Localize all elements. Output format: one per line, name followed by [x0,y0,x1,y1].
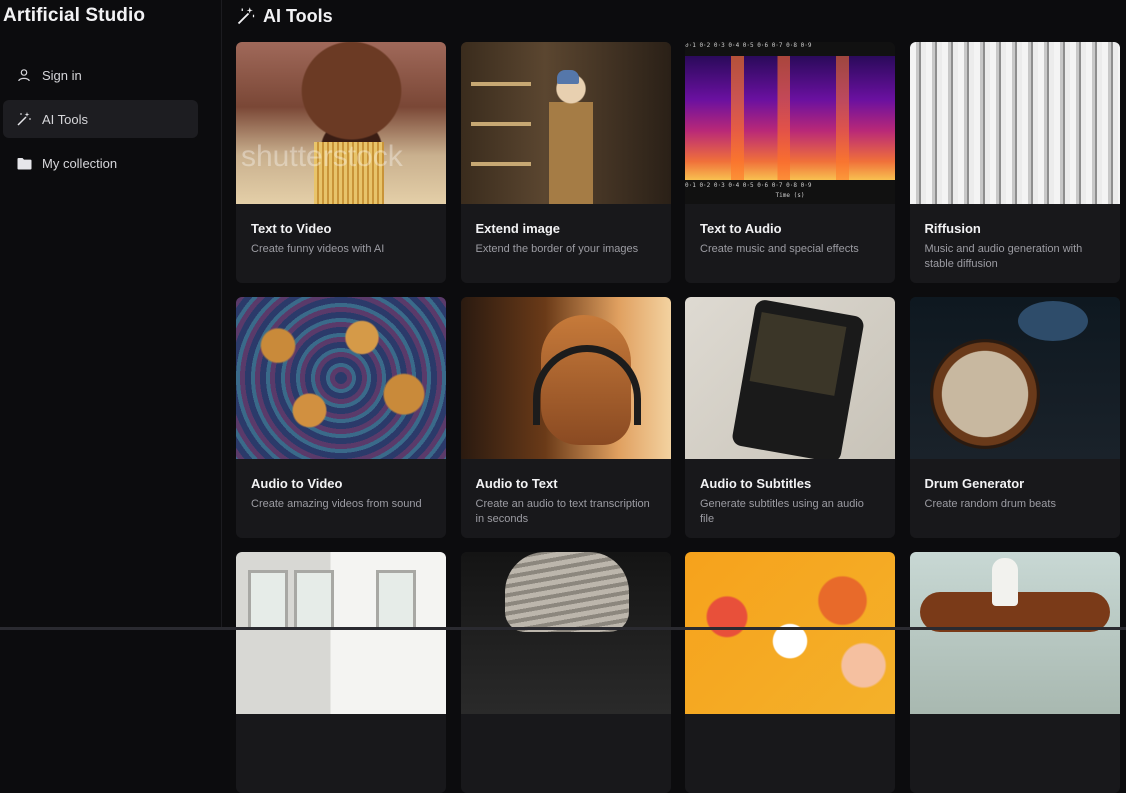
tool-description: Create funny videos with AI [251,243,385,255]
tool-description: Generate subtitles using an audio file [700,498,864,525]
tool-card-drum-generator[interactable]: Drum Generator Create random drum beats [909,297,1120,538]
tool-thumbnail: shutterstock [236,42,446,204]
sidebar: Artificial Studio Sign in AI Tools My co… [0,0,222,630]
tool-description: Create music and special effects [700,243,859,255]
tool-card-riffusion[interactable]: Riffusion Music and audio generation wit… [909,42,1120,283]
sidebar-item-sign-in[interactable]: Sign in [3,56,198,94]
tool-thumbnail [236,552,446,714]
tool-title: Audio to Video [251,476,343,491]
tool-description: Create amazing videos from sound [251,498,422,510]
tool-thumbnail [460,42,671,204]
tool-card[interactable] [685,552,895,793]
sidebar-item-label: Sign in [42,67,82,83]
tool-title: Extend image [475,221,561,236]
tool-thumbnail: 0·1 0·2 0·3 0·4 0·5 0·6 0·7 0·8 0·9 0·1 … [685,42,895,204]
tool-card[interactable] [909,552,1120,793]
tool-description: Create an audio to text transcription in… [475,498,650,525]
page-title: AI Tools [263,5,333,26]
spectrogram-ticks: 0·1 0·2 0·3 0·4 0·5 0·6 0·7 0·8 0·9 [685,42,812,49]
tool-thumbnail [685,297,895,459]
sidebar-item-label: My collection [42,155,118,171]
tool-card-audio-to-text[interactable]: Audio to Text Create an audio to text tr… [460,297,671,538]
tool-thumbnail [909,297,1120,459]
main-content: AI Tools shutterstock Text to Video Crea… [222,0,1126,793]
tool-thumbnail [460,297,671,459]
tool-title: Text to Video [251,221,332,236]
spectrogram-ticks: 0·1 0·2 0·3 0·4 0·5 0·6 0·7 0·8 0·9 [685,182,812,189]
sidebar-item-my-collection[interactable]: My collection [3,144,198,182]
tool-thumbnail [236,297,446,459]
tool-card-text-to-video[interactable]: shutterstock Text to Video Create funny … [236,42,446,283]
user-icon [16,67,32,83]
tool-thumbnail [909,552,1120,714]
tool-title: Audio to Text [475,476,558,491]
tool-title: Drum Generator [924,476,1025,491]
magic-wand-icon [16,111,32,127]
tool-card-audio-to-video[interactable]: Audio to Video Create amazing videos fro… [236,297,446,538]
tool-title: Riffusion [924,221,981,236]
sidebar-nav: Sign in AI Tools My collection [3,56,198,188]
tool-card-extend-image[interactable]: Extend image Extend the border of your i… [460,42,671,283]
tool-thumbnail [685,552,895,714]
page-header: AI Tools [236,5,333,27]
tool-description: Extend the border of your images [475,243,639,255]
tool-card-audio-to-subtitles[interactable]: Audio to Subtitles Generate subtitles us… [685,297,895,538]
tool-card[interactable] [460,552,671,793]
tool-card-text-to-audio[interactable]: 0·1 0·2 0·3 0·4 0·5 0·6 0·7 0·8 0·9 0·1 … [685,42,895,283]
tools-grid: shutterstock Text to Video Create funny … [236,42,1120,793]
tool-description: Create random drum beats [924,498,1056,510]
tool-description: Music and audio generation with stable d… [924,243,1083,270]
thumbnail-watermark: shutterstock [241,140,403,173]
tool-card[interactable] [236,552,446,793]
tool-thumbnail [460,552,671,714]
sidebar-item-ai-tools[interactable]: AI Tools [3,100,198,138]
tool-thumbnail [909,42,1120,204]
spectrogram-axis-label: Time (s) [775,192,805,199]
sidebar-item-label: AI Tools [42,111,89,127]
folder-icon [16,155,32,171]
tool-title: Text to Audio [700,221,782,236]
magic-wand-icon [236,6,256,26]
app-title[interactable]: Artificial Studio [3,5,145,27]
tool-title: Audio to Subtitles [700,476,812,491]
